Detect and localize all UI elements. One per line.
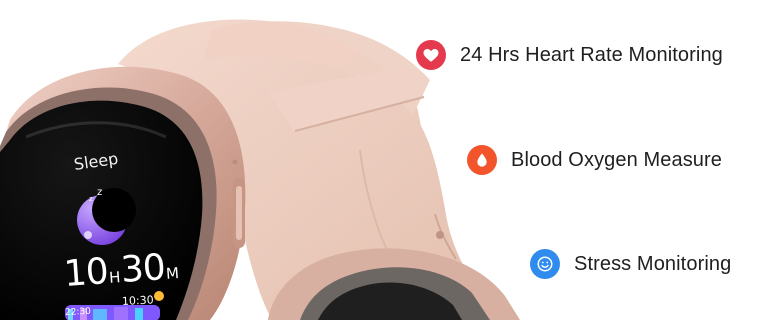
feature-blood-oxygen: Blood Oxygen Measure xyxy=(467,145,722,175)
product-scene: z z Sleep 10H30M 10:30 22:30 24 Hrs Hear… xyxy=(0,0,772,320)
feature-label: Blood Oxygen Measure xyxy=(511,149,723,171)
feature-label: 24 Hrs Heart Rate Monitoring xyxy=(460,44,723,66)
feature-stress: Stress Monitoring xyxy=(530,249,731,279)
sleep-timeline xyxy=(65,305,160,320)
heart-icon xyxy=(416,40,446,70)
svg-text:z: z xyxy=(97,187,102,198)
svg-text:z: z xyxy=(89,195,93,203)
smile-face-icon xyxy=(530,249,560,279)
sun-icon xyxy=(154,291,164,301)
blood-drop-icon xyxy=(467,145,497,175)
feature-label: Stress Monitoring xyxy=(574,253,732,275)
feature-heart-rate: 24 Hrs Heart Rate Monitoring xyxy=(416,40,723,70)
